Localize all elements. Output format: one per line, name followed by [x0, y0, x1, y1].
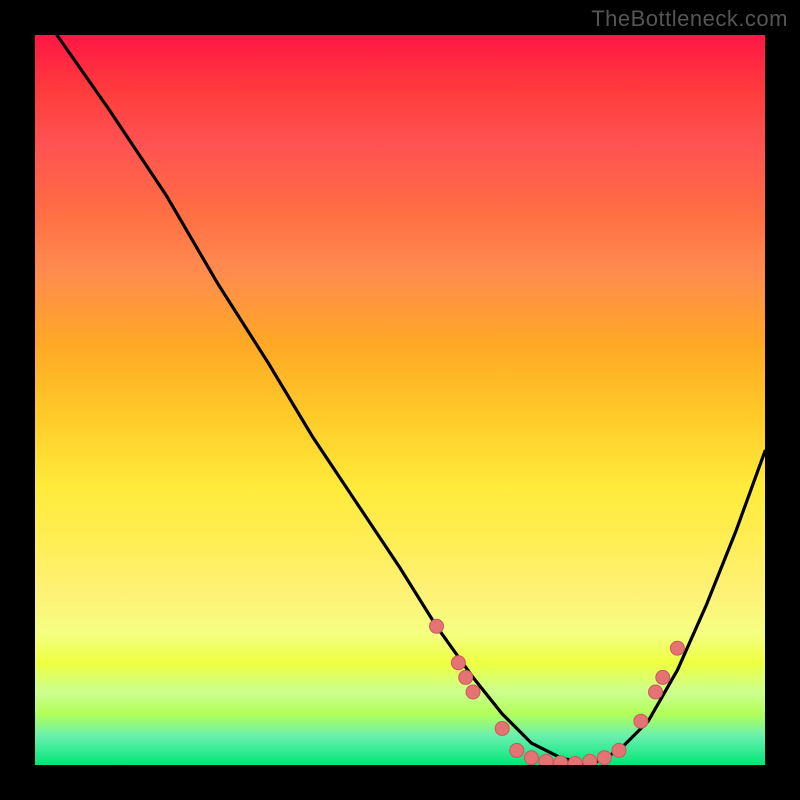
data-dot [656, 670, 670, 684]
data-dot [634, 714, 648, 728]
data-dot [583, 754, 597, 765]
data-dot [670, 641, 684, 655]
data-dot [568, 757, 582, 766]
bottleneck-curve [57, 35, 765, 765]
data-dot [430, 619, 444, 633]
data-dot [554, 756, 568, 765]
data-dot [466, 685, 480, 699]
data-dot [495, 722, 509, 736]
data-dots [430, 619, 685, 765]
data-dot [612, 743, 626, 757]
data-dot [510, 743, 524, 757]
plot-area [35, 35, 765, 765]
chart-svg [35, 35, 765, 765]
data-dot [451, 656, 465, 670]
watermark-text: TheBottleneck.com [591, 6, 788, 32]
data-dot [649, 685, 663, 699]
data-dot [459, 670, 473, 684]
data-dot [524, 751, 538, 765]
data-dot [597, 751, 611, 765]
data-dot [539, 754, 553, 765]
